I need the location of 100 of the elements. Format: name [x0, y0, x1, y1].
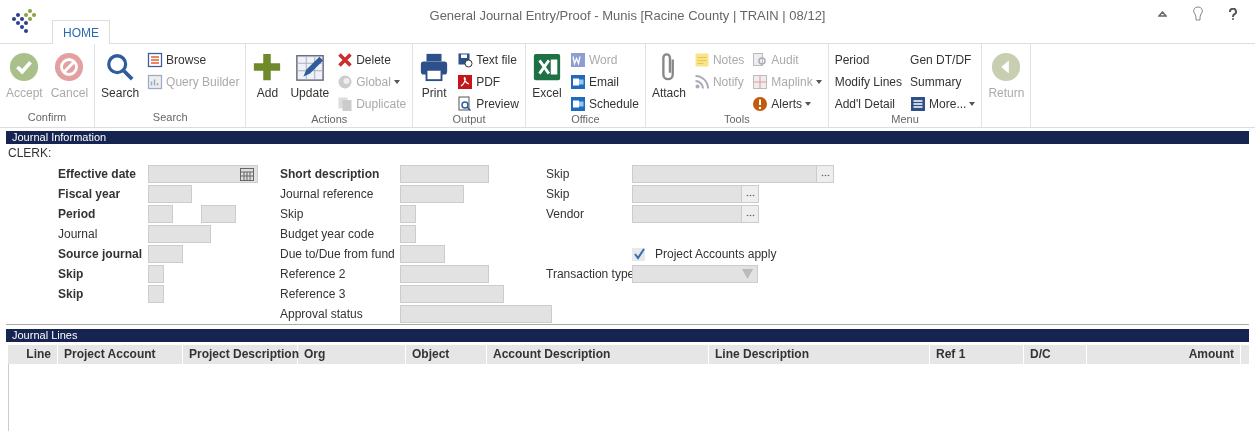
lightbulb-icon[interactable] — [1193, 6, 1203, 21]
input-field[interactable] — [400, 185, 464, 203]
date-field[interactable] — [148, 165, 258, 183]
column-header[interactable]: Project Account — [58, 345, 183, 364]
field-label: Skip — [280, 207, 305, 221]
input-field[interactable] — [400, 305, 552, 323]
field-label: Skip — [546, 167, 571, 181]
input-field[interactable] — [148, 285, 164, 303]
ribbon-button[interactable]: Preview — [455, 94, 521, 113]
lookup-button[interactable] — [741, 186, 758, 202]
lookup-field[interactable] — [632, 205, 759, 223]
input-field[interactable] — [148, 265, 164, 283]
lookup-button[interactable] — [741, 206, 758, 222]
mail-icon — [569, 73, 586, 90]
field-label: Due to/Due from fund — [280, 247, 396, 261]
ribbon-button[interactable]: Period — [832, 50, 905, 69]
lookup-field[interactable] — [632, 165, 834, 183]
ribbon-button[interactable]: Add'l Detail — [832, 94, 905, 113]
rss-icon — [693, 73, 710, 90]
word-icon — [569, 51, 586, 68]
field-label: Period — [58, 207, 97, 221]
cancel-icon — [54, 52, 85, 82]
pencil-icon — [294, 52, 325, 82]
field-label: Vendor — [546, 207, 586, 221]
column-header[interactable]: Account Description — [487, 345, 709, 364]
ribbon-button[interactable]: Delete — [335, 50, 409, 69]
ribbon-button[interactable]: Email — [567, 72, 641, 91]
plus-icon — [252, 52, 283, 82]
checkbox-label: Project Accounts apply — [655, 247, 777, 261]
ribbon-button[interactable]: PDF — [455, 72, 521, 91]
check-icon — [9, 52, 40, 82]
excel-icon — [531, 52, 562, 82]
dropdown-field[interactable] — [632, 265, 758, 283]
ribbon-button[interactable]: More... — [908, 94, 978, 113]
input-field[interactable] — [400, 265, 489, 283]
ribbon-button[interactable]: Browse — [145, 50, 242, 69]
preview-icon — [457, 95, 474, 112]
input-field[interactable] — [148, 205, 173, 223]
calendar-icon[interactable] — [240, 167, 254, 181]
ribbon-button[interactable]: Text file — [455, 50, 521, 69]
ribbon-button[interactable]: Summary — [908, 72, 978, 91]
help-icon[interactable] — [1229, 7, 1237, 20]
back-icon — [991, 52, 1022, 82]
ribbon-button[interactable]: Gen DT/DF — [908, 50, 978, 69]
input-field[interactable] — [400, 245, 445, 263]
field-label: Reference 2 — [280, 267, 347, 281]
menu-icon — [910, 95, 927, 112]
lookup-field[interactable] — [632, 185, 759, 203]
field-label: Source journal — [58, 247, 144, 261]
ribbon-button[interactable]: Update — [288, 48, 332, 113]
input-field[interactable] — [400, 225, 416, 243]
group-label: Actions — [310, 113, 349, 127]
field-label: Short description — [280, 167, 381, 181]
group-label: Search — [151, 111, 189, 125]
lookup-button[interactable] — [816, 166, 833, 182]
ribbon-button[interactable]: Schedule — [567, 94, 641, 113]
column-header[interactable]: Line Description — [709, 345, 930, 364]
ribbon-button[interactable]: Alerts — [750, 94, 824, 113]
group-label: Menu — [890, 113, 920, 127]
input-field[interactable] — [400, 205, 416, 223]
checkbox[interactable] — [632, 247, 645, 261]
ribbon-button[interactable]: Add — [250, 48, 285, 113]
x-icon — [337, 51, 354, 68]
column-header[interactable]: Amount — [1087, 345, 1241, 364]
mail-icon — [569, 95, 586, 112]
column-header[interactable]: Ref 1 — [930, 345, 1024, 364]
column-header[interactable]: D/C — [1024, 345, 1087, 364]
input-field[interactable] — [400, 285, 504, 303]
column-header[interactable]: Project Description — [183, 345, 298, 364]
input-field[interactable] — [400, 165, 489, 183]
group-label: Tools — [722, 113, 751, 127]
field-label: Skip — [58, 287, 85, 301]
ribbon-button[interactable]: Print — [417, 48, 452, 113]
input-field[interactable] — [148, 245, 183, 263]
ribbon-tab[interactable]: HOME — [52, 20, 110, 44]
field-label: Budget year code — [280, 227, 376, 241]
section-header: Journal Lines — [6, 329, 1249, 342]
floppy-icon — [457, 51, 474, 68]
field-label: Skip — [58, 267, 85, 281]
input-field[interactable] — [148, 225, 211, 243]
input-field[interactable] — [201, 205, 236, 223]
field-label: Approval status — [280, 307, 364, 321]
search-icon — [105, 52, 136, 82]
ribbon-button[interactable]: Attach — [649, 48, 688, 113]
ribbon-button[interactable]: Search — [99, 48, 142, 111]
column-header[interactable]: Line — [8, 345, 58, 364]
column-header[interactable]: Object — [406, 345, 487, 364]
note-icon — [693, 51, 710, 68]
field-label: Reference 3 — [280, 287, 347, 301]
group-label: Office — [570, 113, 601, 127]
dropdown-arrow-icon — [742, 269, 753, 279]
ribbon-button[interactable]: Excel — [529, 48, 564, 113]
list-icon — [147, 51, 164, 68]
window-title: General Journal Entry/Proof - Munis [Racine County | TRAIN | 08/12] — [429, 8, 826, 23]
printer-icon — [419, 52, 450, 82]
input-field[interactable] — [148, 185, 192, 203]
ribbon-button[interactable]: Modify Lines — [832, 72, 905, 91]
column-header[interactable]: Org — [298, 345, 406, 364]
collapse-icon[interactable] — [1158, 10, 1167, 17]
group-label: Output — [451, 113, 487, 127]
